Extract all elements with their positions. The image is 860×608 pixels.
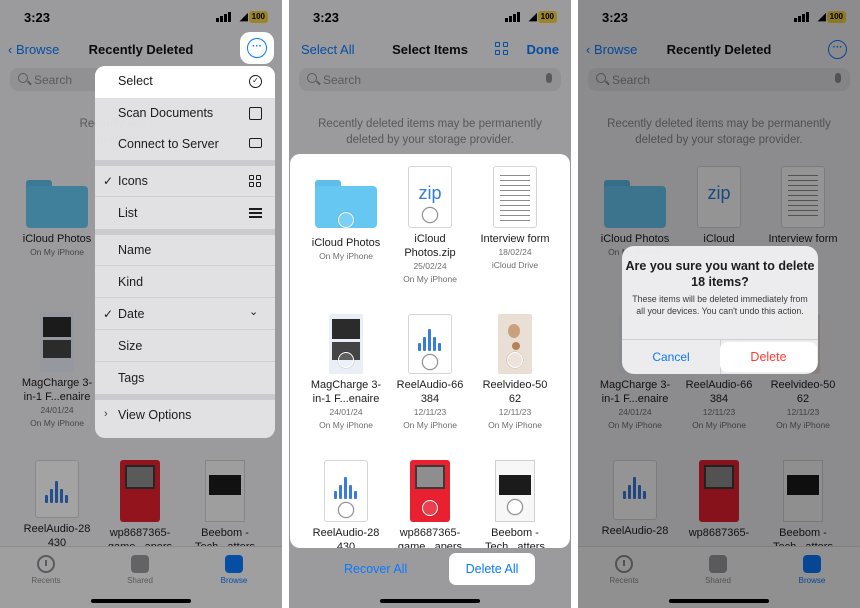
menu-item-label: Date <box>118 307 145 321</box>
panel-recently-deleted-menu: 3:23 ◢ 100 ‹ Browse Recently Deleted Sea… <box>0 0 282 608</box>
menu-item-name[interactable]: Name <box>95 235 275 266</box>
audio-file-icon <box>408 314 452 374</box>
menu-item-label: Select <box>118 74 153 88</box>
file-name: MagCharge 3- in-1 F...enaire <box>310 379 382 405</box>
selection-circle-icon[interactable] <box>338 212 354 228</box>
file-meta: 18/02/24 iCloud Drive <box>491 247 539 270</box>
menu-item-label: View Options <box>118 408 192 422</box>
selection-circle-icon[interactable] <box>507 499 523 515</box>
chevron-right-icon: › <box>104 408 108 420</box>
recover-all-button[interactable]: Recover All <box>344 562 407 576</box>
menu-item-kind[interactable]: Kind <box>95 267 275 298</box>
grid-icon <box>249 175 262 188</box>
image-thumbnail <box>495 460 535 522</box>
alert-message: These items will be deleted immediately … <box>632 294 808 316</box>
menu-item-list[interactable]: List <box>95 198 275 229</box>
file-name: ReelAudio-28 430 <box>312 527 380 548</box>
selection-circle-icon[interactable] <box>338 502 354 518</box>
menu-item-label: Connect to Server <box>118 137 219 151</box>
cancel-button[interactable]: Cancel <box>622 350 720 364</box>
audio-file-icon <box>324 460 368 522</box>
file-item[interactable]: MagCharge 3- in-1 F...enaire 24/01/24 On M… <box>301 314 391 432</box>
file-item[interactable]: ReelAudio-28 430 <box>301 460 391 548</box>
file-meta: 12/11/23 On My iPhone <box>403 407 457 430</box>
selection-sheet: iCloud Photos On My iPhone zip iCloud Pho… <box>290 154 570 548</box>
menu-item-label: Tags <box>118 371 145 385</box>
selection-toolbar: Recover All Delete All <box>289 548 571 608</box>
menu-item-view-options[interactable]: › View Options <box>95 400 275 431</box>
menu-item-label: Icons <box>118 174 148 188</box>
ellipsis-icon: ··· <box>247 38 267 58</box>
file-name: Interview form <box>480 233 550 245</box>
selection-circle-icon[interactable] <box>422 500 438 516</box>
file-name: Beebom -Tech...atters <box>485 527 545 548</box>
menu-item-label: Name <box>118 243 152 257</box>
menu-item-scan-documents[interactable]: Scan Documents <box>95 98 275 129</box>
file-item[interactable]: iCloud Photos On My iPhone <box>301 180 391 263</box>
menu-item-select[interactable]: Select ✓ <box>95 66 275 97</box>
file-name: iCloud Photos.zip <box>404 233 456 259</box>
file-meta: On My iPhone <box>319 251 373 261</box>
context-menu: Select ✓ Scan Documents Connect to Server… <box>95 66 275 438</box>
scan-icon <box>249 107 262 120</box>
file-item[interactable]: Beebom -Tech...atters <box>470 460 560 548</box>
file-item[interactable]: ReelAudio-66 384 12/11/23 On My iPhone <box>385 314 475 432</box>
menu-item-label: Size <box>118 339 143 353</box>
menu-item-tags[interactable]: Tags <box>95 363 275 394</box>
file-meta: 24/01/24 On My iPhone <box>319 407 373 430</box>
menu-item-label: Scan Documents <box>118 106 214 120</box>
file-name: Reelvideo-50 62 <box>482 379 548 405</box>
monitor-icon <box>249 138 262 148</box>
selection-circle-icon[interactable] <box>422 354 438 370</box>
selection-circle-icon[interactable] <box>338 352 354 368</box>
alert-title: Are you sure you want to delete 18 items… <box>625 259 815 289</box>
menu-item-icons[interactable]: ✓ Icons <box>95 166 275 197</box>
selection-circle-icon[interactable] <box>507 352 523 368</box>
file-item[interactable]: Interview form 18/02/24 iCloud Drive <box>470 166 560 272</box>
menu-item-label: List <box>118 206 138 220</box>
panel-delete-confirmation: 3:23 ◢ 100 ‹ Browse Recently Deleted ···… <box>578 0 860 608</box>
selection-circle-icon[interactable] <box>422 207 438 223</box>
image-thumbnail <box>329 314 363 374</box>
image-thumbnail <box>410 460 450 522</box>
panel-select-items: 3:23 ◢ 100 Select All Select Items Done … <box>289 0 571 608</box>
checkmark-icon: ✓ <box>103 174 114 188</box>
video-thumbnail <box>498 314 532 374</box>
more-button[interactable]: ··· <box>240 32 274 64</box>
file-meta: 25/02/24 On My iPhone <box>403 261 457 284</box>
menu-item-size[interactable]: Size <box>95 331 275 362</box>
menu-item-label: Kind <box>118 275 144 289</box>
delete-button[interactable]: Delete <box>720 342 817 372</box>
file-name: wp8687365-game...apers <box>397 527 463 548</box>
file-meta: 12/11/23 On My iPhone <box>488 407 542 430</box>
file-item[interactable]: wp8687365-game...apers <box>385 460 475 548</box>
checkmark-circle-icon: ✓ <box>249 75 262 88</box>
file-item[interactable]: zip iCloud Photos.zip 25/02/24 On My iPhon… <box>385 166 475 286</box>
menu-item-date[interactable]: ✓ Date ⌄ <box>95 299 275 330</box>
home-indicator <box>380 599 480 603</box>
zip-file-icon: zip <box>408 166 452 228</box>
file-name: ReelAudio-66 384 <box>396 379 464 405</box>
zip-label: zip <box>418 183 442 203</box>
file-name: iCloud Photos <box>311 237 381 249</box>
list-icon <box>249 207 262 220</box>
document-icon <box>493 166 537 228</box>
file-item[interactable]: Reelvideo-50 62 12/11/23 On My iPhone <box>470 314 560 432</box>
checkmark-icon: ✓ <box>103 307 114 321</box>
chevron-down-icon: ⌄ <box>249 306 259 318</box>
menu-item-connect-server[interactable]: Connect to Server <box>95 129 275 160</box>
delete-all-button[interactable]: Delete All <box>449 553 535 585</box>
folder-icon <box>315 180 377 230</box>
